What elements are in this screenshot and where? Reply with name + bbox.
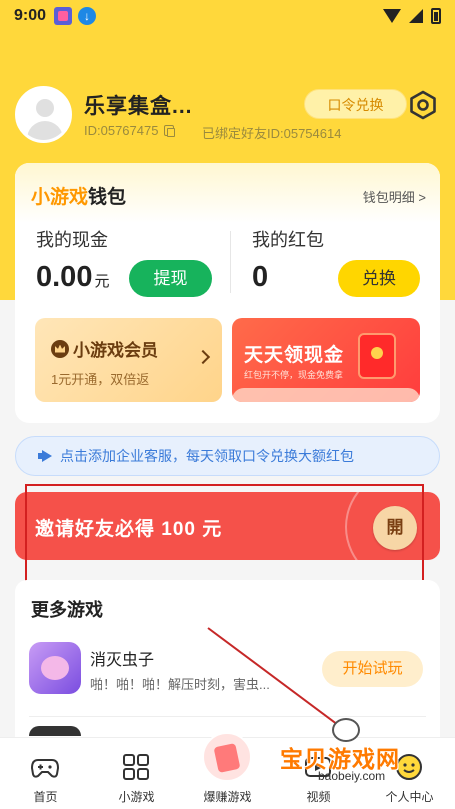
game-divider [29, 716, 426, 717]
status-indicators [383, 8, 441, 24]
nickname: 乐享集盒... [84, 95, 193, 118]
nav-item-home[interactable]: 首页 [0, 738, 91, 809]
member-title: 小游戏会员 [73, 341, 158, 360]
nav-label-profile: 个人中心 [385, 790, 434, 804]
copy-icon[interactable] [164, 125, 176, 137]
app-notification-icon [54, 7, 73, 25]
wallet-divider [230, 231, 231, 293]
wifi-icon [383, 9, 401, 23]
start-trial-button[interactable]: 开始试玩 [322, 651, 423, 687]
member-subtitle: 1元开通，双倍返 [51, 372, 150, 387]
grid-icon [123, 754, 149, 780]
nav-label-earn-games: 爆赚游戏 [203, 790, 252, 804]
user-id: ID:05767475 [84, 123, 159, 138]
game-description: 啪！啪！啪！解压时刻，害虫... [90, 677, 270, 692]
wallet-title-accent: 小游戏 [31, 187, 89, 208]
notice-text: 点击添加企业客服，每天领取口令兑换大额红包 [60, 448, 354, 464]
signal-icon [409, 9, 423, 23]
invite-text: 邀请好友必得 100 元 [35, 519, 223, 540]
status-bar: 9:00 ↓ [0, 0, 455, 32]
daily-cash-title: 天天领现金 [244, 345, 345, 366]
nav-item-video[interactable]: 视频 [273, 738, 364, 809]
nav-item-profile[interactable]: 个人中心 [364, 738, 455, 809]
code-redeem-button[interactable]: 口令兑换 [304, 89, 407, 119]
wallet-card: 小游戏钱包 钱包明细 > 我的现金 0.00 元 提现 我的红包 0 兑换 小游戏… [15, 163, 440, 423]
bottom-navigation: 首页 小游戏 爆赚游戏 视频 个人中心 [0, 732, 455, 809]
money-icon [202, 732, 252, 782]
bug-game-icon [29, 642, 81, 694]
nav-item-earn-games[interactable]: 爆赚游戏 [182, 732, 273, 809]
wallet-title-rest: 钱包 [88, 187, 127, 208]
cash-label: 我的现金 [36, 230, 108, 250]
nav-label-mini-games: 小游戏 [118, 790, 155, 804]
invite-banner[interactable]: 邀请好友必得 100 元 開 [15, 492, 440, 560]
megaphone-icon [38, 450, 54, 462]
cash-value: 0.00 元 [36, 261, 109, 294]
nav-label-home: 首页 [33, 790, 58, 804]
customer-service-notice[interactable]: 点击添加企业客服，每天领取口令兑换大额红包 [15, 436, 440, 476]
nav-label-video: 视频 [306, 790, 331, 804]
video-icon [305, 757, 331, 777]
cash-unit: 元 [94, 273, 110, 290]
wallet-title: 小游戏钱包 [31, 182, 126, 209]
more-games-title: 更多游戏 [31, 600, 103, 620]
status-time: 9:00 [14, 7, 47, 24]
settings-hex-icon[interactable] [408, 90, 438, 120]
redpack-value: 0 [252, 261, 269, 293]
game-item-peek [29, 726, 81, 736]
exchange-button[interactable]: 兑换 [338, 260, 420, 297]
battery-icon [431, 8, 441, 24]
avatar-body [27, 121, 63, 140]
user-id-row: ID:05767475 [84, 123, 176, 138]
member-title-row: 小游戏会员 [51, 336, 158, 361]
game-name: 消灭虫子 [90, 652, 155, 669]
profile-header: 乐享集盒... ID:05767475 已绑定好友ID:05754614 口令兑… [15, 86, 440, 146]
red-envelope-icon [358, 333, 396, 379]
member-card[interactable]: 小游戏会员 1元开通，双倍返 [35, 318, 222, 402]
nav-item-mini-games[interactable]: 小游戏 [91, 738, 182, 809]
smile-icon [396, 754, 422, 780]
gamepad-icon [30, 759, 60, 778]
daily-cash-banner[interactable]: 天天领现金 红包开不停，现金免费拿 [232, 318, 420, 402]
daily-cash-subtitle: 红包开不停，现金免费拿 [244, 370, 344, 380]
chevron-right-icon [195, 349, 211, 365]
cloud-decoration [232, 388, 420, 402]
open-button[interactable]: 開 [373, 506, 417, 550]
game-item[interactable]: 消灭虫子 啪！啪！啪！解压时刻，害虫... 开始试玩 [29, 642, 429, 702]
cash-amount: 0.00 [36, 261, 93, 293]
crown-icon [51, 339, 69, 358]
withdraw-button[interactable]: 提现 [129, 260, 212, 297]
bound-friend-id: 已绑定好友ID:05754614 [202, 126, 342, 141]
wallet-detail-link[interactable]: 钱包明细 > [363, 187, 426, 206]
download-icon: ↓ [78, 7, 97, 25]
redpack-label: 我的红包 [252, 230, 324, 250]
avatar-head [36, 99, 54, 117]
avatar[interactable] [15, 86, 72, 143]
